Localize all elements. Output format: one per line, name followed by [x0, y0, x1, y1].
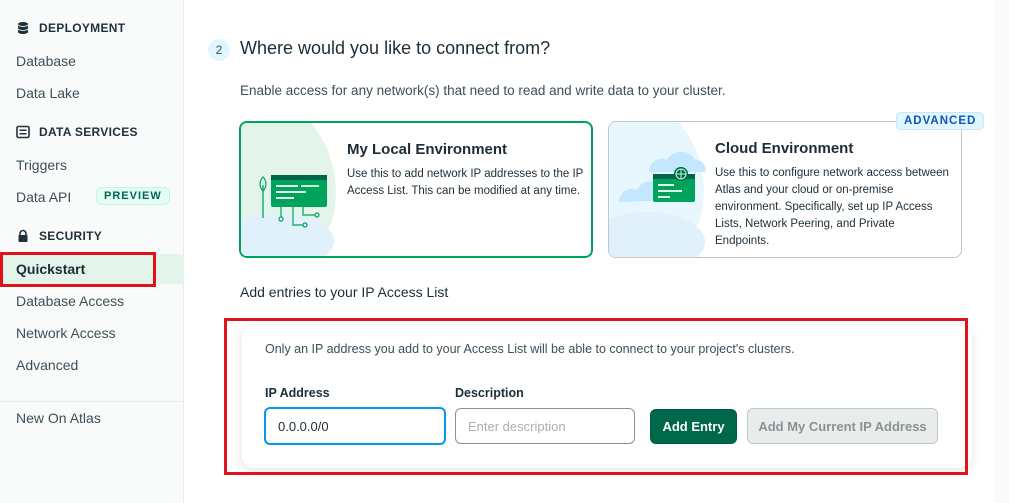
ip-access-heading: Add entries to your IP Access List: [240, 284, 449, 300]
advanced-badge: ADVANCED: [896, 112, 985, 130]
ip-address-label: IP Address: [265, 386, 330, 400]
sidebar-item-database-access[interactable]: Database Access: [16, 293, 124, 309]
description-input[interactable]: [455, 408, 635, 444]
sidebar-item-network-access[interactable]: Network Access: [16, 325, 116, 341]
ip-access-info-text: Only an IP address you add to your Acces…: [265, 342, 795, 356]
local-environment-title: My Local Environment: [347, 141, 508, 158]
cloud-environment-description: Use this to configure network access bet…: [715, 167, 949, 247]
section-security: SECURITY: [16, 229, 102, 243]
cloud-network-illustration: [609, 122, 706, 257]
cloud-environment-card[interactable]: Cloud Environment Use this to configure …: [608, 121, 962, 258]
sidebar-divider: [0, 401, 184, 402]
sidebar-item-data-api[interactable]: Data API: [16, 189, 71, 205]
ip-address-input[interactable]: [264, 407, 446, 445]
local-environment-card[interactable]: My Local Environment Use this to add net…: [239, 121, 593, 258]
sidebar-item-database[interactable]: Database: [16, 53, 76, 69]
section-heading: DEPLOYMENT: [39, 21, 126, 35]
sidebar-item-advanced[interactable]: Advanced: [16, 357, 78, 373]
step-description: Enable access for any network(s) that ne…: [240, 83, 726, 98]
section-data-services: DATA SERVICES: [16, 125, 138, 139]
sidebar-item-new-on-atlas[interactable]: New On Atlas: [16, 410, 101, 426]
database-icon: [18, 22, 28, 34]
local-network-illustration: [241, 123, 336, 256]
add-entry-button[interactable]: Add Entry: [650, 409, 737, 444]
list-icon: [16, 125, 30, 139]
section-heading: DATA SERVICES: [39, 125, 138, 139]
sidebar-item-data-lake[interactable]: Data Lake: [16, 85, 80, 101]
description-label: Description: [455, 386, 524, 400]
section-heading: SECURITY: [39, 229, 103, 243]
cloud-environment-title: Cloud Environment: [715, 140, 854, 157]
scrollbar-track[interactable]: [994, 0, 1009, 503]
sidebar-item-quickstart[interactable]: Quickstart: [0, 254, 184, 284]
add-current-ip-button[interactable]: Add My Current IP Address: [747, 408, 938, 444]
local-environment-description: Use this to add network IP addresses to …: [347, 168, 584, 197]
step-number-badge: 2: [208, 39, 230, 61]
step-title: Where would you like to connect from?: [240, 38, 551, 58]
sidebar: DEPLOYMENT Database Data Lake DATA SERVI…: [0, 0, 184, 503]
sidebar-item-triggers[interactable]: Triggers: [16, 157, 67, 173]
lock-icon: [18, 229, 28, 242]
section-deployment: DEPLOYMENT: [16, 21, 125, 35]
preview-badge: PREVIEW: [96, 187, 170, 205]
